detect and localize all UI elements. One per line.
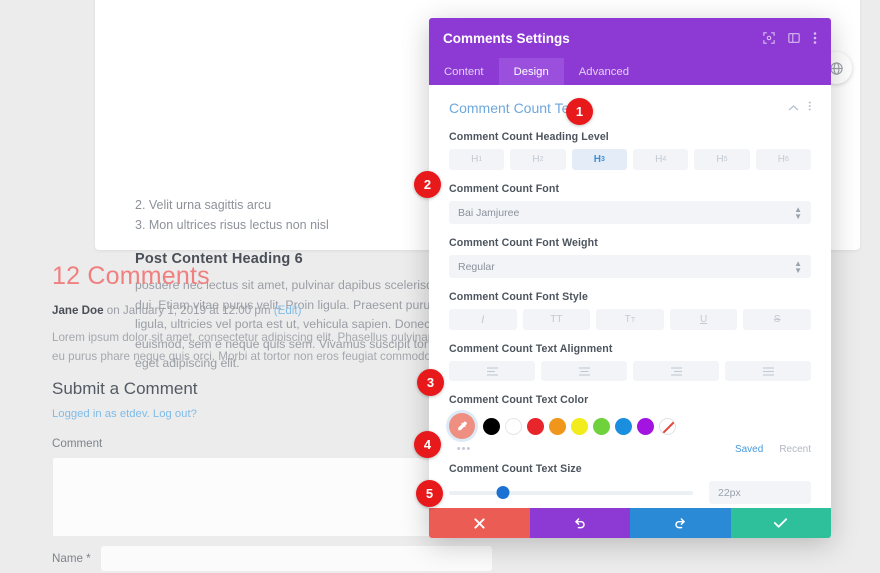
align-justify-icon[interactable] [725,361,811,381]
swatch-blue[interactable] [615,417,632,435]
logged-in-notice[interactable]: Logged in as etdev. Log out? [52,408,492,420]
tab-design[interactable]: Design [498,58,564,85]
font-weight-label: Comment Count Font Weight [449,237,598,249]
slider-handle[interactable] [496,486,510,499]
modal-tabs: Content Design Advanced [429,58,831,85]
tab-advanced[interactable]: Advanced [564,58,644,85]
heading-level-h3[interactable]: H3 [571,149,627,170]
more-vertical-icon[interactable] [813,31,817,45]
modal-action-bar [429,508,831,538]
comment-text: Lorem ipsum dolor sit amet, consectetur … [52,331,460,363]
text-color-control: Comment Count Text Color ••• Saved Recen… [449,394,811,457]
swatch-red[interactable] [527,417,544,435]
swatch-purple[interactable] [637,417,654,435]
heading-level-h2[interactable]: H2 [510,149,566,170]
heading-level-h4[interactable]: H4 [632,149,689,170]
step-badge-5: 5 [416,480,443,507]
align-left-icon[interactable] [449,361,535,381]
eyedropper-icon[interactable] [449,413,475,439]
comments-count-heading: 12 Comments [52,262,210,290]
more-colors-button[interactable]: ••• [449,443,479,455]
swatch-transparent[interactable] [659,417,676,435]
align-center-icon[interactable] [541,361,627,381]
comment-date: on January 1, 2019 at 12:00 pm [103,304,274,317]
chevron-updown-icon: ▲ ▼ [794,258,802,275]
modal-header: Comments Settings [429,18,831,58]
heading-level-buttons: H1 H2 H3 H4 H5 H6 [449,149,811,170]
settings-panel-body: Comment Count Text Comment Count Heading… [429,85,831,508]
name-input[interactable] [100,545,493,572]
font-control: Comment Count Font Bai Jamjuree ▲ ▼ [449,183,811,224]
save-button[interactable] [730,508,831,538]
swatch-yellow[interactable] [571,417,588,435]
capitalize-icon[interactable]: TT [596,309,664,330]
recent-colors-tab[interactable]: Recent [779,444,811,455]
font-weight-select[interactable]: Regular ▲ ▼ [449,255,811,278]
color-swatches [449,412,811,440]
uppercase-icon[interactable]: TT [522,309,591,330]
name-field-label: Name * [52,552,91,565]
saved-colors-tab[interactable]: Saved [735,444,763,455]
heading-level-control: Comment Count Heading Level H1 H2 H3 H4 … [449,131,811,170]
font-style-buttons: I TT TT U S [449,309,811,330]
text-size-control: Comment Count Text Size 22px [449,463,811,504]
font-weight-value: Regular [458,260,495,273]
text-alignment-label: Comment Count Text Alignment [449,343,613,355]
step-badge-4: 4 [414,431,441,458]
redo-button[interactable] [630,508,731,538]
font-value: Bai Jamjuree [458,206,520,219]
more-vertical-icon[interactable] [808,99,812,117]
font-select[interactable]: Bai Jamjuree ▲ ▼ [449,201,811,224]
font-weight-control: Comment Count Font Weight Regular ▲ ▼ [449,237,811,278]
italic-icon[interactable]: I [449,309,517,330]
swatch-orange[interactable] [549,417,566,435]
swatch-black[interactable] [483,417,500,435]
step-badge-3: 3 [417,369,444,396]
comment-author: Jane Doe [52,304,104,317]
name-field-row: Name * [52,545,493,572]
step-badge-2: 2 [414,171,441,198]
modal-title: Comments Settings [443,30,570,46]
cancel-button[interactable] [429,508,530,538]
comments-settings-modal: Comments Settings Content Design Advance… [429,18,831,538]
heading-level-h1[interactable]: H1 [449,149,505,170]
underline-icon[interactable]: U [669,309,738,330]
section-header: Comment Count Text [449,99,811,117]
text-alignment-buttons [449,361,811,381]
align-right-icon[interactable] [633,361,719,381]
strikethrough-icon[interactable]: S [743,309,811,330]
swatch-footer: ••• Saved Recent [449,441,811,457]
text-size-value[interactable]: 22px [709,481,811,504]
font-style-label: Comment Count Font Style [449,291,588,303]
text-size-slider-row: 22px [449,481,811,504]
undo-button[interactable] [529,508,630,538]
heading-level-label: Comment Count Heading Level [449,131,609,143]
comment-edit-link[interactable]: (Edit) [274,304,302,317]
text-alignment-control: Comment Count Text Alignment [449,343,811,381]
section-title: Comment Count Text [449,100,581,116]
section-icons [788,99,812,117]
text-color-label: Comment Count Text Color [449,394,589,406]
text-size-label: Comment Count Text Size [449,463,582,475]
layout-columns-icon[interactable] [788,32,800,44]
comments-section: 12 Comments Jane Doe on January 1, 2019 … [52,262,472,366]
slider-track [449,490,693,495]
heading-level-h6[interactable]: H6 [755,149,811,170]
text-size-slider[interactable] [449,485,693,501]
step-badge-1: 1 [566,98,593,125]
chevron-up-icon[interactable] [788,99,799,117]
fullscreen-icon[interactable] [763,32,775,44]
swatch-white[interactable] [505,417,522,435]
comment-meta: Jane Doe on January 1, 2019 at 12:00 pm … [52,304,472,317]
swatch-green[interactable] [593,417,610,435]
font-label: Comment Count Font [449,183,560,195]
modal-header-icons [763,31,817,45]
tab-content[interactable]: Content [429,58,499,85]
font-style-control: Comment Count Font Style I TT TT U S [449,291,811,330]
submit-comment-section: Submit a Comment Logged in as etdev. Log… [52,379,492,537]
heading-level-h5[interactable]: H5 [694,149,750,170]
chevron-updown-icon: ▲ ▼ [794,204,802,221]
